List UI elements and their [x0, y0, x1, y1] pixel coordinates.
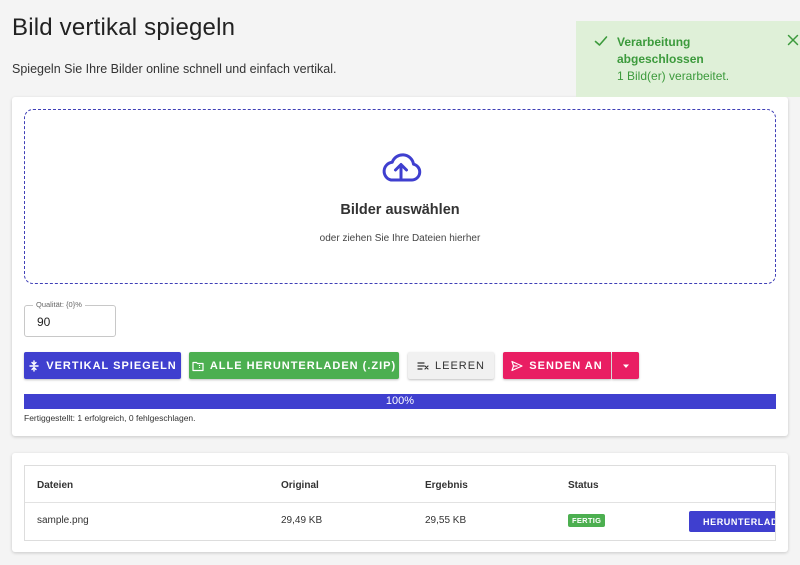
- download-all-zip-label: ALLE HERUNTERLADEN (.ZIP): [209, 359, 397, 372]
- header-status: Status: [568, 480, 599, 491]
- success-toast: Verarbeitung abgeschlossen 1 Bild(er) ve…: [576, 21, 800, 97]
- send-icon: [511, 360, 523, 371]
- row-result-size: 29,55 KB: [425, 515, 467, 526]
- flip-vertical-icon: [29, 359, 39, 372]
- progress-bar: 100%: [24, 394, 776, 409]
- page-subtitle: Spiegeln Sie Ihre Bilder online schnell …: [12, 62, 337, 76]
- row-file-name: sample.png: [37, 515, 89, 526]
- clear-list-icon: [417, 361, 429, 370]
- flip-vertical-label: VERTIKAL SPIEGELN: [46, 359, 177, 372]
- check-icon: [594, 36, 608, 46]
- folder-zip-icon: [192, 361, 204, 371]
- dropzone-subtitle: oder ziehen Sie Ihre Dateien hierher: [319, 233, 481, 244]
- header-result: Ergebnis: [425, 480, 468, 491]
- flip-vertical-button[interactable]: VERTIKAL SPIEGELN: [24, 352, 181, 379]
- caret-down-icon: [622, 364, 629, 368]
- download-all-zip-button[interactable]: ALLE HERUNTERLADEN (.ZIP): [189, 352, 399, 379]
- quality-value[interactable]: 90: [37, 315, 50, 329]
- header-files: Dateien: [37, 480, 74, 491]
- upload-card: Bilder auswählen oder ziehen Sie Ihre Da…: [12, 97, 788, 436]
- quality-input[interactable]: Qualität: {0}% 90: [24, 300, 116, 337]
- progress-label: 100%: [385, 395, 415, 407]
- results-card: Dateien Original Ergebnis Status sample.…: [12, 453, 788, 552]
- status-badge: FERTIG: [568, 514, 606, 527]
- page-title: Bild vertikal spiegeln: [12, 14, 236, 41]
- dropzone-title: Bilder auswählen: [340, 202, 460, 218]
- close-icon[interactable]: [787, 34, 799, 46]
- download-button[interactable]: HERUNTERLADEN: [689, 511, 775, 532]
- progress-summary: Fertiggestellt: 1 erfolgreich, 0 fehlges…: [24, 413, 196, 423]
- send-to-dropdown-toggle[interactable]: [612, 352, 639, 379]
- row-original-size: 29,49 KB: [281, 515, 323, 526]
- download-label: HERUNTERLADEN: [703, 516, 775, 527]
- quality-label: Qualität: {0}%: [33, 300, 85, 309]
- send-to-button[interactable]: SENDEN AN: [503, 352, 611, 379]
- header-original: Original: [281, 480, 319, 491]
- clear-label: LEEREN: [434, 359, 486, 372]
- dropzone[interactable]: Bilder auswählen oder ziehen Sie Ihre Da…: [24, 109, 776, 284]
- toast-message: 1 Bild(er) verarbeitet.: [617, 69, 730, 83]
- toast-title: Verarbeitung abgeschlossen: [617, 35, 704, 66]
- cloud-upload-icon: [382, 153, 422, 182]
- header-divider: [25, 502, 775, 503]
- clear-button[interactable]: LEEREN: [408, 352, 494, 379]
- results-table: Dateien Original Ergebnis Status sample.…: [24, 465, 776, 541]
- send-to-label: SENDEN AN: [529, 359, 603, 372]
